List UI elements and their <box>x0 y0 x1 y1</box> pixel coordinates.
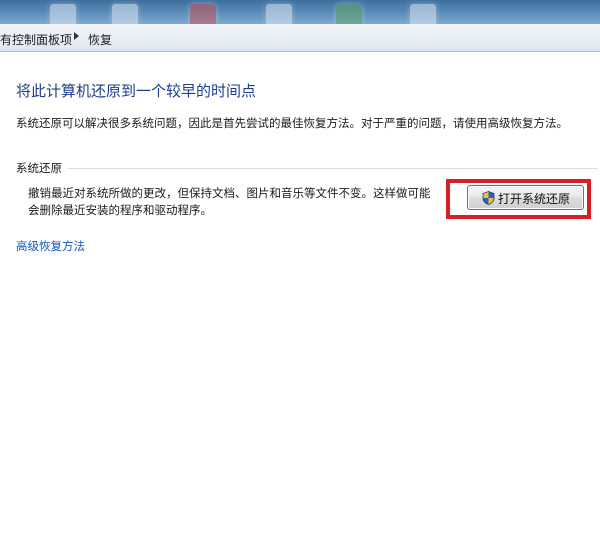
desktop-file-icon <box>50 4 76 24</box>
description-line: 会删除最近安装的程序和驱动程序。 <box>28 203 212 217</box>
desktop-file-icon <box>410 4 436 24</box>
desktop-file-icon <box>266 4 292 24</box>
description-line: 撤销最近对系统所做的更改，但保持文档、图片和音乐等文件不变。这样做可能 <box>28 186 431 200</box>
breadcrumb-recovery[interactable]: 恢复 <box>88 31 112 48</box>
system-restore-description: 撤销最近对系统所做的更改，但保持文档、图片和音乐等文件不变。这样做可能 会删除最… <box>28 185 448 219</box>
desktop-file-icon <box>112 4 138 24</box>
desktop-background <box>0 0 600 24</box>
desktop-file-icon <box>336 4 362 24</box>
advanced-recovery-link[interactable]: 高级恢复方法 <box>16 238 85 254</box>
open-system-restore-button[interactable]: 打开系统还原 <box>467 185 584 210</box>
recovery-panel: 将此计算机还原到一个较早的时间点 系统还原可以解决很多系统问题，因此是首先尝试的… <box>0 52 600 535</box>
intro-text: 系统还原可以解决很多系统问题，因此是首先尝试的最佳恢复方法。对于严重的问题，请使… <box>16 116 568 130</box>
uac-shield-icon <box>482 191 495 205</box>
desktop-file-icon <box>190 4 216 24</box>
system-restore-section-label: 系统还原 <box>16 161 62 175</box>
section-divider <box>68 168 598 169</box>
breadcrumb-control-panel-items[interactable]: 有控制面板项 <box>0 31 72 48</box>
breadcrumb: 有控制面板项 恢复 <box>0 24 600 52</box>
breadcrumb-separator-icon[interactable] <box>74 32 79 40</box>
open-system-restore-label: 打开系统还原 <box>498 192 571 206</box>
page-title: 将此计算机还原到一个较早的时间点 <box>16 82 257 100</box>
